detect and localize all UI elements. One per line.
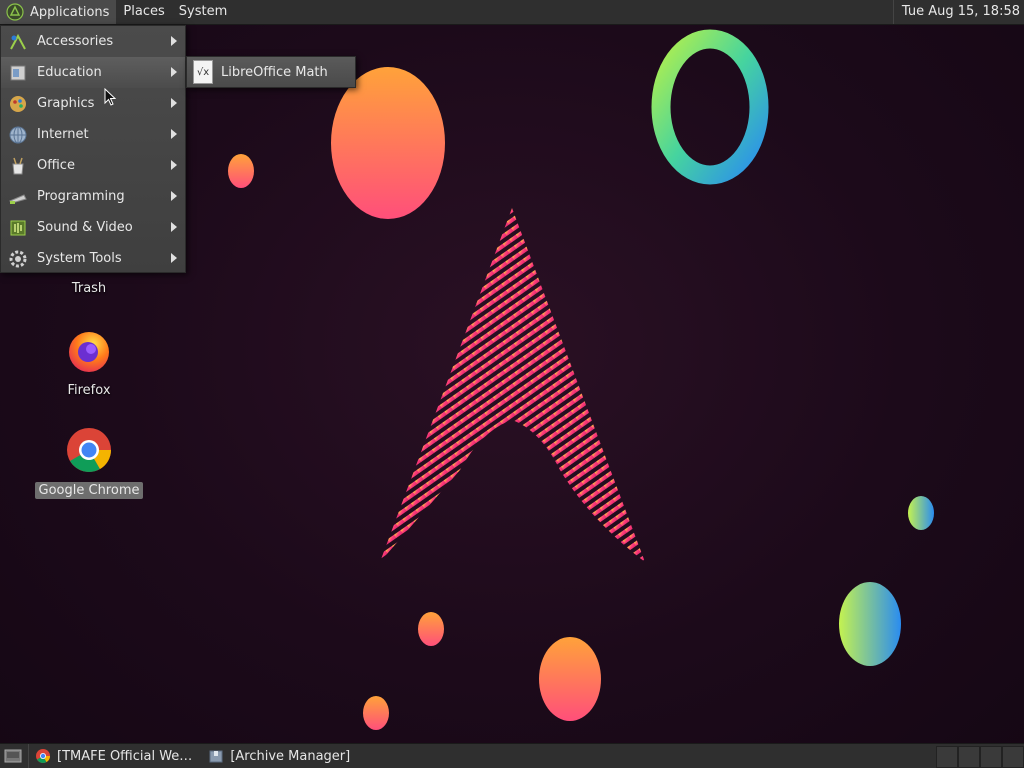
accessories-icon [7,31,29,53]
submenu-arrow-icon [171,191,177,201]
applications-dropdown: Accessories Education Graphics Internet … [0,25,186,273]
submenu-arrow-icon [171,253,177,263]
workspace-3[interactable] [980,746,1002,768]
taskbar-item-chrome[interactable]: [TMAFE Official We… [28,744,198,768]
submenu-arrow-icon [171,36,177,46]
desktop-icon-firefox[interactable]: Firefox [34,326,144,399]
places-menu-button[interactable]: Places [116,0,171,24]
orb-tiny-orange-1 [418,612,444,646]
orb-medium-blue [839,582,901,666]
menu-item-label: Internet [37,127,89,142]
menu-item-label: System Tools [37,251,122,266]
show-desktop-button[interactable] [0,744,28,768]
desktop-icon-trash[interactable]: Trash [34,276,144,297]
system-menu-button[interactable]: System [172,0,234,24]
education-icon [7,62,29,84]
taskbar-item-label: [TMAFE Official We… [57,748,193,764]
chrome-icon [67,428,111,472]
orb-medium-orange [539,637,601,721]
menu-item-graphics[interactable]: Graphics [1,88,185,119]
submenu-arrow-icon [171,129,177,139]
menu-item-label: Graphics [37,96,95,111]
menu-item-programming[interactable]: Programming [1,181,185,212]
submenu-arrow-icon [171,98,177,108]
clock[interactable]: Tue Aug 15, 18:58 [892,0,1020,24]
libreoffice-math-icon: √x [193,60,213,84]
menu-item-label: Accessories [37,34,114,49]
programming-icon [7,186,29,208]
submenu-item-libreoffice-math[interactable]: √x LibreOffice Math [187,57,355,87]
firefox-icon [69,332,109,372]
menu-item-label: Education [37,65,102,80]
menu-item-system-tools[interactable]: System Tools [1,243,185,274]
office-icon [7,155,29,177]
desktop-icon-label: Trash [71,281,107,296]
submenu-arrow-icon [171,67,177,77]
top-panel: Applications Places System Tue Aug 15, 1… [0,0,1024,25]
education-submenu: √x LibreOffice Math [186,56,356,88]
taskbar-item-archive-manager[interactable]: [Archive Manager] [202,744,356,768]
chrome-icon [36,749,50,763]
workspace-4[interactable] [1002,746,1024,768]
desktop-icon-label: Firefox [67,383,111,398]
menu-item-office[interactable]: Office [1,150,185,181]
mouse-cursor-icon [104,88,117,106]
menu-item-education[interactable]: Education [1,57,185,88]
desktop-icon-google-chrome[interactable]: Google Chrome [34,426,144,499]
arch-logo [380,208,645,562]
bottom-panel: [TMAFE Official We… [Archive Manager] [0,743,1024,768]
applications-label: Applications [30,4,110,20]
internet-icon [7,124,29,146]
orb-small-blue [908,496,934,530]
ring [651,29,769,185]
submenu-arrow-icon [171,160,177,170]
submenu-item-label: LibreOffice Math [221,64,328,80]
applications-menu-button[interactable]: Applications [0,0,117,24]
workspace-2[interactable] [958,746,980,768]
orb-large-orange [331,67,445,219]
desktop-icon-label: Google Chrome [34,482,144,499]
show-desktop-icon [4,749,22,763]
menu-item-label: Sound & Video [37,220,133,235]
archive-manager-icon [209,750,223,763]
submenu-arrow-icon [171,222,177,232]
menu-item-label: Office [37,158,75,173]
menu-item-sound-video[interactable]: Sound & Video [1,212,185,243]
menu-item-accessories[interactable]: Accessories [1,26,185,57]
orb-small-orange [228,154,254,188]
orb-tiny-orange-2 [363,696,389,730]
workspace-1[interactable] [936,746,958,768]
menu-item-internet[interactable]: Internet [1,119,185,150]
system-tools-icon [7,248,29,270]
menu-item-label: Programming [37,189,125,204]
sound-video-icon [7,217,29,239]
taskbar-item-label: [Archive Manager] [230,748,351,764]
distro-logo-icon [6,3,24,21]
graphics-icon [7,93,29,115]
